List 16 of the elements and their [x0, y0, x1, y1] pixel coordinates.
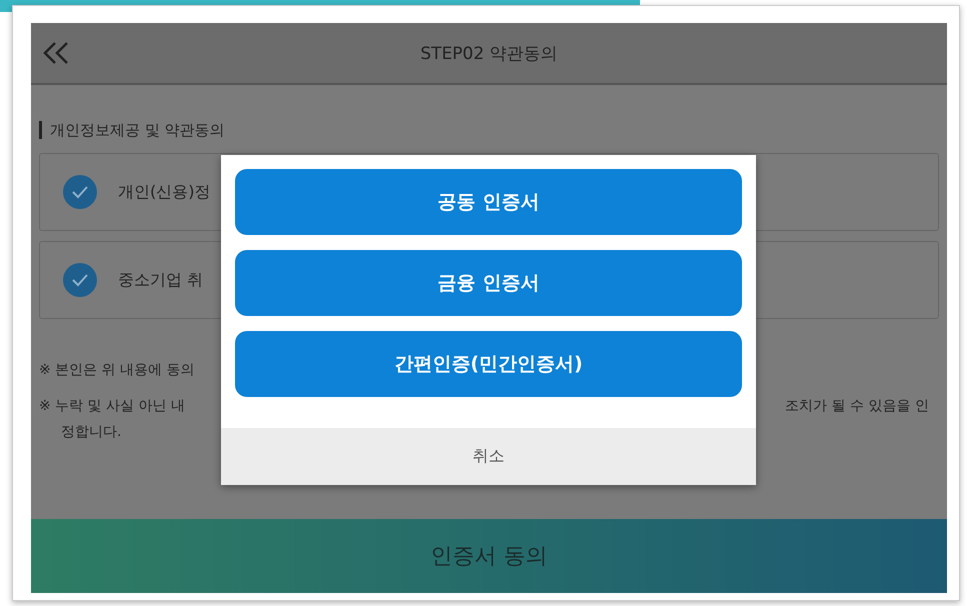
- back-icon[interactable]: [41, 41, 71, 65]
- checkbox[interactable]: [62, 174, 98, 210]
- note-text: ※ 누락 및 사실 아닌 내: [39, 397, 185, 415]
- page-title: STEP02 약관동의: [420, 42, 558, 64]
- agreement-label: 중소기업 취: [118, 270, 204, 290]
- cancel-button[interactable]: 취소: [221, 428, 756, 485]
- note-text: 정합니다.: [60, 423, 122, 441]
- certificate-option-button[interactable]: 공동 인증서: [235, 169, 742, 235]
- certificate-option-button[interactable]: 금융 인증서: [235, 250, 742, 316]
- checkbox[interactable]: [62, 262, 98, 298]
- agreement-label: 개인(신용)정: [118, 182, 210, 202]
- note-text: ※ 본인은 위 내용에 동의: [39, 361, 195, 379]
- submit-button[interactable]: 인증서 동의: [31, 519, 947, 593]
- section-title: 개인정보제공 및 약관동의: [39, 121, 225, 139]
- certificate-option-button[interactable]: 간편인증(민간인증서): [235, 331, 742, 397]
- note-text: 조치가 될 수 있음을 인: [785, 397, 929, 415]
